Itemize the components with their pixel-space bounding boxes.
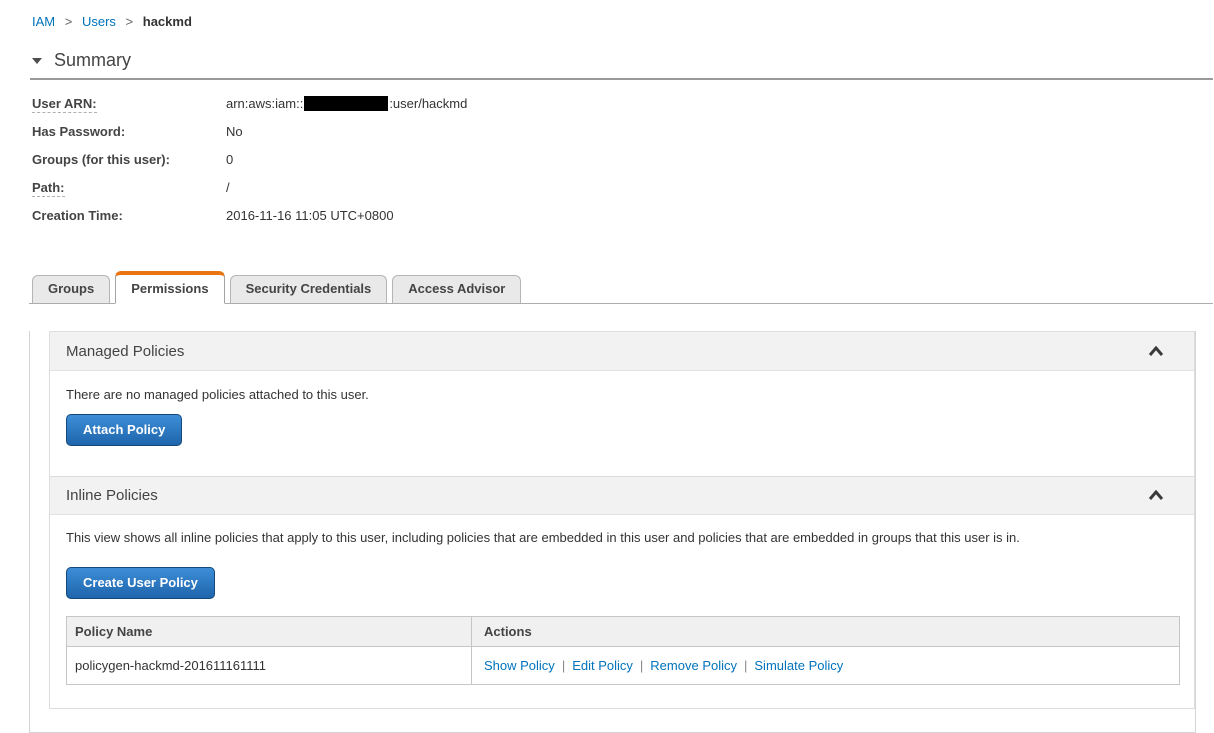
attach-policy-button[interactable]: Attach Policy (66, 414, 183, 446)
summary-divider (30, 78, 1213, 80)
action-separator: | (744, 658, 748, 673)
managed-policies-header[interactable]: Managed Policies (50, 332, 1194, 370)
managed-policies-title: Managed Policies (66, 342, 185, 360)
inline-policies-body: This view shows all inline policies that… (50, 514, 1194, 708)
breadcrumb-link-iam[interactable]: IAM (32, 14, 55, 29)
tab-permissions[interactable]: Permissions (115, 271, 225, 304)
summary-fields: User ARN: arn:aws:iam:::user/hackmd Has … (0, 96, 1214, 236)
field-row-user-arn: User ARN: arn:aws:iam:::user/hackmd (0, 96, 1214, 124)
chevron-up-icon[interactable] (1148, 490, 1164, 501)
inline-policies-title: Inline Policies (66, 487, 158, 504)
breadcrumb-separator: > (64, 14, 73, 29)
breadcrumb-separator: > (125, 14, 134, 29)
action-separator: | (639, 658, 644, 673)
tab-bar: Groups Permissions Security Credentials … (29, 271, 1213, 304)
field-row-groups: Groups (for this user): 0 (0, 152, 1214, 180)
actions-column-header: Actions (471, 616, 1180, 647)
breadcrumb-current-user: hackmd (142, 14, 192, 29)
path-label: Path: (32, 180, 65, 197)
creation-time-value: 2016-11-16 11:05 UTC+0800 (226, 208, 394, 223)
inline-policies-description: This view shows all inline policies that… (66, 530, 1020, 545)
groups-value: 0 (226, 152, 234, 167)
breadcrumb-link-users[interactable]: Users (82, 14, 116, 29)
field-row-path: Path: / (0, 180, 1214, 208)
tab-security-credentials[interactable]: Security Credentials (229, 275, 388, 303)
tab-access-advisor[interactable]: Access Advisor (392, 275, 522, 303)
table-header-row: Policy Name Actions (66, 616, 1180, 647)
redacted-account-id (304, 96, 389, 111)
simulate-policy-link[interactable]: Simulate Policy (754, 658, 843, 673)
action-separator: | (561, 658, 566, 673)
policies-accordion: Managed Policies There are no managed po… (49, 331, 1195, 709)
path-value: / (226, 180, 230, 195)
groups-label: Groups (for this user): (32, 152, 170, 167)
tab-groups[interactable]: Groups (32, 275, 111, 303)
permissions-tab-panel: Managed Policies There are no managed po… (29, 331, 1196, 733)
field-row-has-password: Has Password: No (0, 124, 1214, 152)
policy-actions-cell: Show Policy | Edit Policy | Remove Policy | Si… (471, 646, 1180, 685)
create-user-policy-button[interactable]: Create User Policy (66, 567, 215, 599)
collapse-triangle-icon[interactable] (32, 57, 42, 64)
table-row: policygen-hackmd-201611161111 Show Polic… (67, 646, 1180, 685)
has-password-value: No (226, 124, 243, 139)
has-password-label: Has Password: (32, 124, 126, 139)
managed-policies-body: There are no managed policies attached t… (50, 370, 1194, 476)
breadcrumb: IAM > Users > hackmd (32, 14, 1214, 29)
field-row-creation-time: Creation Time: 2016-11-16 11:05 UTC+0800 (0, 208, 1214, 236)
summary-title: Summary (54, 50, 132, 70)
remove-policy-link[interactable]: Remove Policy (650, 658, 737, 673)
summary-header[interactable]: Summary (32, 50, 1214, 71)
show-policy-link[interactable]: Show Policy (484, 658, 555, 673)
chevron-up-icon[interactable] (1148, 345, 1164, 357)
creation-time-label: Creation Time: (32, 208, 123, 223)
inline-policies-table: Policy Name Actions policygen-hackmd-201… (66, 616, 1180, 685)
user-arn-label: User ARN: (32, 96, 97, 113)
managed-policies-empty-text: There are no managed policies attached t… (66, 387, 369, 402)
user-arn-value: arn:aws:iam:::user/hackmd (226, 96, 468, 111)
policy-name-cell: policygen-hackmd-201611161111 (75, 658, 267, 673)
policy-name-column-header: Policy Name (66, 616, 472, 647)
edit-policy-link[interactable]: Edit Policy (572, 658, 633, 673)
inline-policies-header[interactable]: Inline Policies (50, 476, 1194, 514)
